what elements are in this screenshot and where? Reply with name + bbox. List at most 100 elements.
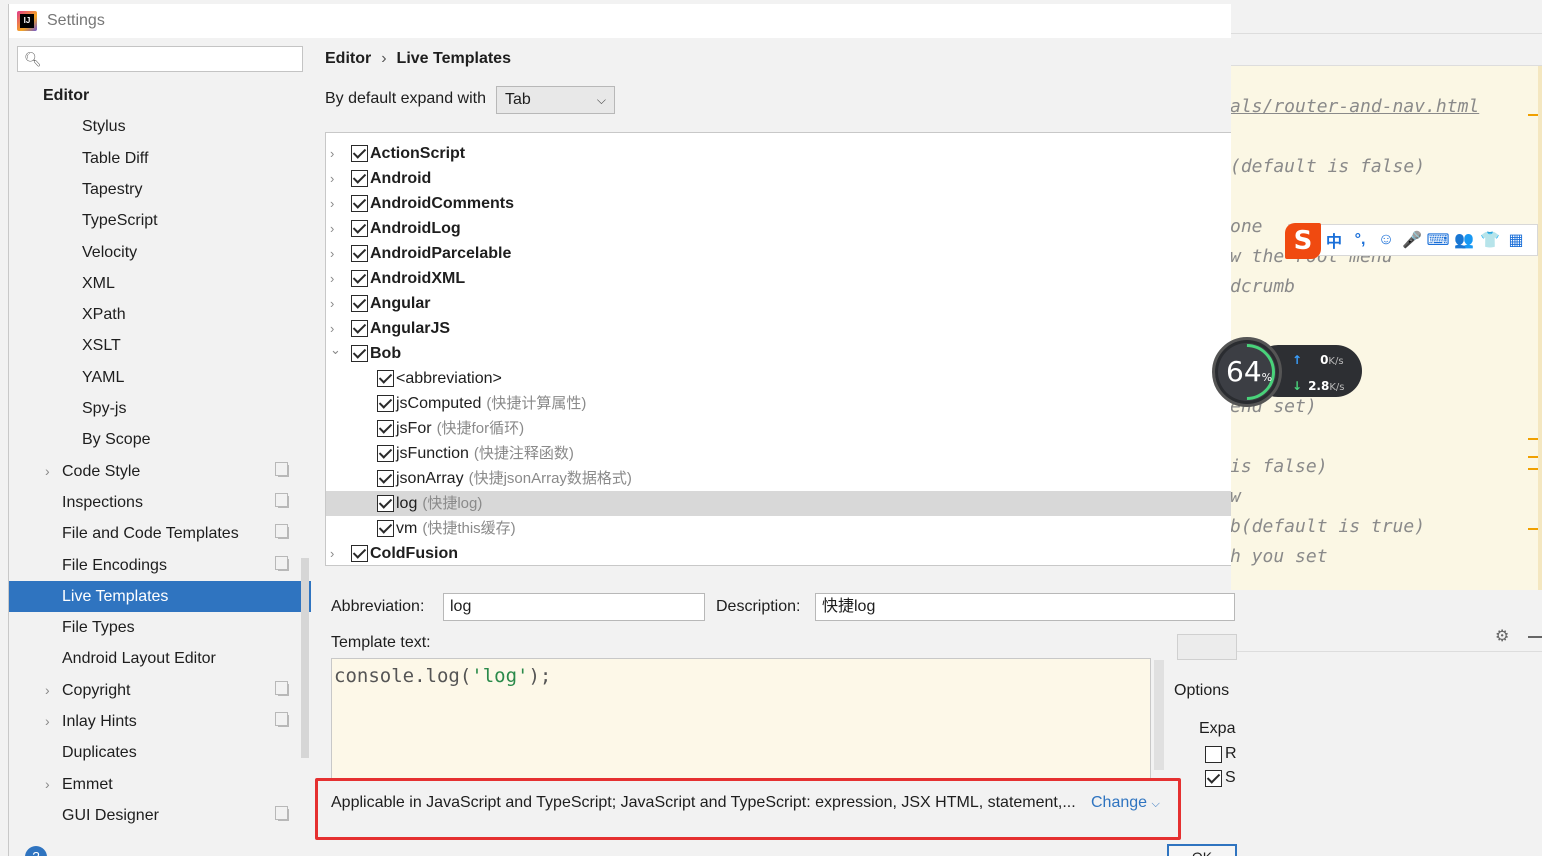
emoji-icon[interactable]: ☺: [1373, 231, 1399, 249]
project-scope-icon: [275, 805, 289, 821]
sidebar-item-by-scope[interactable]: By Scope: [9, 424, 311, 455]
template-checkbox[interactable]: [377, 445, 394, 462]
chevron-down-icon[interactable]: ⌄: [330, 337, 341, 362]
template-text-editor[interactable]: console.log('log');: [331, 658, 1151, 780]
sidebar-item-live-templates[interactable]: Live Templates: [9, 580, 311, 612]
punctuation-icon[interactable]: °,: [1347, 231, 1373, 249]
template-group-row[interactable]: › ActionScript: [326, 141, 1231, 166]
template-item-row[interactable]: jsonArray (快捷jsonArray数据格式): [326, 466, 1231, 491]
sidebar-item-android-layout-editor[interactable]: Android Layout Editor: [9, 643, 311, 674]
template-text-scrollbar[interactable]: [1154, 660, 1164, 770]
sidebar-item-code-style[interactable]: › Code Style: [9, 456, 311, 487]
sidebar-item-stylus[interactable]: Stylus: [9, 111, 311, 142]
template-group-row[interactable]: › ColdFusion: [326, 541, 1231, 565]
network-speed-widget[interactable]: 64% ↑ 0K/s ↓ 2.8K/s: [1207, 332, 1362, 412]
template-checkbox[interactable]: [351, 295, 368, 312]
chevron-right-icon[interactable]: ›: [330, 241, 334, 266]
chinese-mode-icon[interactable]: 中: [1321, 228, 1347, 252]
chevron-right-icon[interactable]: ›: [45, 769, 50, 800]
sidebar-item-editor[interactable]: Editor: [9, 80, 311, 111]
skin-icon[interactable]: 👕: [1477, 230, 1503, 250]
template-checkbox[interactable]: [351, 545, 368, 562]
template-checkbox[interactable]: [377, 395, 394, 412]
sidebar-item-velocity[interactable]: Velocity: [9, 237, 311, 268]
expand-with-select[interactable]: Tab ⌵: [496, 86, 615, 114]
template-checkbox[interactable]: [351, 320, 368, 337]
template-group-row[interactable]: › Angular: [326, 291, 1231, 316]
sidebar-item-xslt[interactable]: XSLT: [9, 330, 311, 361]
template-checkbox[interactable]: [351, 170, 368, 187]
template-checkbox[interactable]: [351, 145, 368, 162]
template-group-row[interactable]: › AndroidLog: [326, 216, 1231, 241]
sidebar-item-gui-designer[interactable]: GUI Designer: [9, 800, 311, 831]
chevron-right-icon[interactable]: ›: [330, 191, 334, 216]
sidebar-item-xml[interactable]: XML: [9, 268, 311, 299]
sogou-logo-icon[interactable]: S: [1285, 223, 1321, 259]
chevron-right-icon[interactable]: ›: [45, 675, 50, 706]
template-item-row[interactable]: jsFunction (快捷注释函数): [326, 441, 1231, 466]
keyboard-icon[interactable]: ⌨: [1425, 230, 1451, 250]
template-item-row[interactable]: jsFor (快捷for循环): [326, 416, 1231, 441]
background-toolbar: [1230, 0, 1542, 66]
template-checkbox[interactable]: [377, 520, 394, 537]
sidebar-item-xpath[interactable]: XPath: [9, 299, 311, 330]
chevron-right-icon[interactable]: ›: [330, 266, 334, 291]
template-item-row[interactable]: log (快捷log): [326, 491, 1231, 516]
template-name: jsComputed: [396, 395, 482, 412]
sidebar-item-label: Code Style: [62, 462, 141, 480]
chevron-right-icon[interactable]: ›: [330, 166, 334, 191]
user-icon[interactable]: 👥: [1451, 230, 1477, 250]
template-checkbox[interactable]: [377, 370, 394, 387]
template-group-row[interactable]: › Android: [326, 166, 1231, 191]
sidebar-item-file-encodings[interactable]: File Encodings: [9, 550, 311, 581]
template-item-row[interactable]: jsComputed (快捷计算属性): [326, 391, 1231, 416]
sidebar-item-table-diff[interactable]: Table Diff: [9, 143, 311, 174]
reformat-checkbox[interactable]: [1205, 746, 1222, 763]
sidebar-item-typescript[interactable]: TypeScript: [9, 205, 311, 236]
sidebar-item-inlay-hints[interactable]: › Inlay Hints: [9, 706, 311, 737]
template-checkbox[interactable]: [377, 495, 394, 512]
chevron-right-icon[interactable]: ›: [330, 291, 334, 316]
sidebar-item-inspections[interactable]: Inspections: [9, 487, 311, 518]
template-checkbox[interactable]: [351, 270, 368, 287]
template-item-row[interactable]: vm (快捷this缓存): [326, 516, 1231, 541]
chevron-right-icon[interactable]: ›: [45, 706, 50, 737]
shorten-fq-names-checkbox[interactable]: [1205, 770, 1222, 787]
sidebar-scrollbar[interactable]: [301, 558, 309, 758]
chevron-right-icon[interactable]: ›: [330, 141, 334, 166]
template-group-row[interactable]: ⌄ Bob: [326, 341, 1231, 366]
sidebar-item-spy-js[interactable]: Spy-js: [9, 393, 311, 424]
template-group-row[interactable]: › AngularJS: [326, 316, 1231, 341]
template-checkbox[interactable]: [351, 345, 368, 362]
template-checkbox[interactable]: [377, 470, 394, 487]
sidebar-item-label: XSLT: [82, 337, 121, 355]
edit-variables-button[interactable]: [1177, 634, 1237, 660]
description-input[interactable]: 快捷log: [815, 593, 1235, 621]
sidebar-item-tapestry[interactable]: Tapestry: [9, 174, 311, 205]
chevron-right-icon[interactable]: ›: [330, 216, 334, 241]
minus-icon[interactable]: [1528, 636, 1542, 638]
chevron-right-icon[interactable]: ›: [330, 541, 334, 565]
search-input[interactable]: 🔍︎: [17, 46, 303, 72]
template-checkbox[interactable]: [351, 245, 368, 262]
sidebar-item-file-and-code-templates[interactable]: File and Code Templates: [9, 518, 311, 549]
ok-button[interactable]: OK: [1167, 844, 1237, 856]
sidebar-item-file-types[interactable]: File Types: [9, 612, 311, 643]
microphone-icon[interactable]: 🎤: [1399, 230, 1425, 250]
template-group-row[interactable]: › AndroidParcelable: [326, 241, 1231, 266]
sidebar-item-copyright[interactable]: › Copyright: [9, 675, 311, 706]
template-checkbox[interactable]: [351, 220, 368, 237]
sidebar-item-emmet[interactable]: › Emmet: [9, 769, 311, 800]
abbreviation-input[interactable]: log: [443, 593, 705, 621]
template-checkbox[interactable]: [377, 420, 394, 437]
template-group-row[interactable]: › AndroidXML: [326, 266, 1231, 291]
gear-icon[interactable]: ⚙: [1495, 626, 1509, 646]
sidebar-item-label: Stylus: [82, 118, 126, 136]
template-item-row[interactable]: <abbreviation>: [326, 366, 1231, 391]
sidebar-item-yaml[interactable]: YAML: [9, 362, 311, 393]
sidebar-item-duplicates[interactable]: Duplicates: [9, 737, 311, 768]
chevron-right-icon[interactable]: ›: [45, 456, 50, 487]
template-checkbox[interactable]: [351, 195, 368, 212]
toolbox-icon[interactable]: ▦: [1503, 230, 1529, 250]
template-group-row[interactable]: › AndroidComments: [326, 191, 1231, 216]
